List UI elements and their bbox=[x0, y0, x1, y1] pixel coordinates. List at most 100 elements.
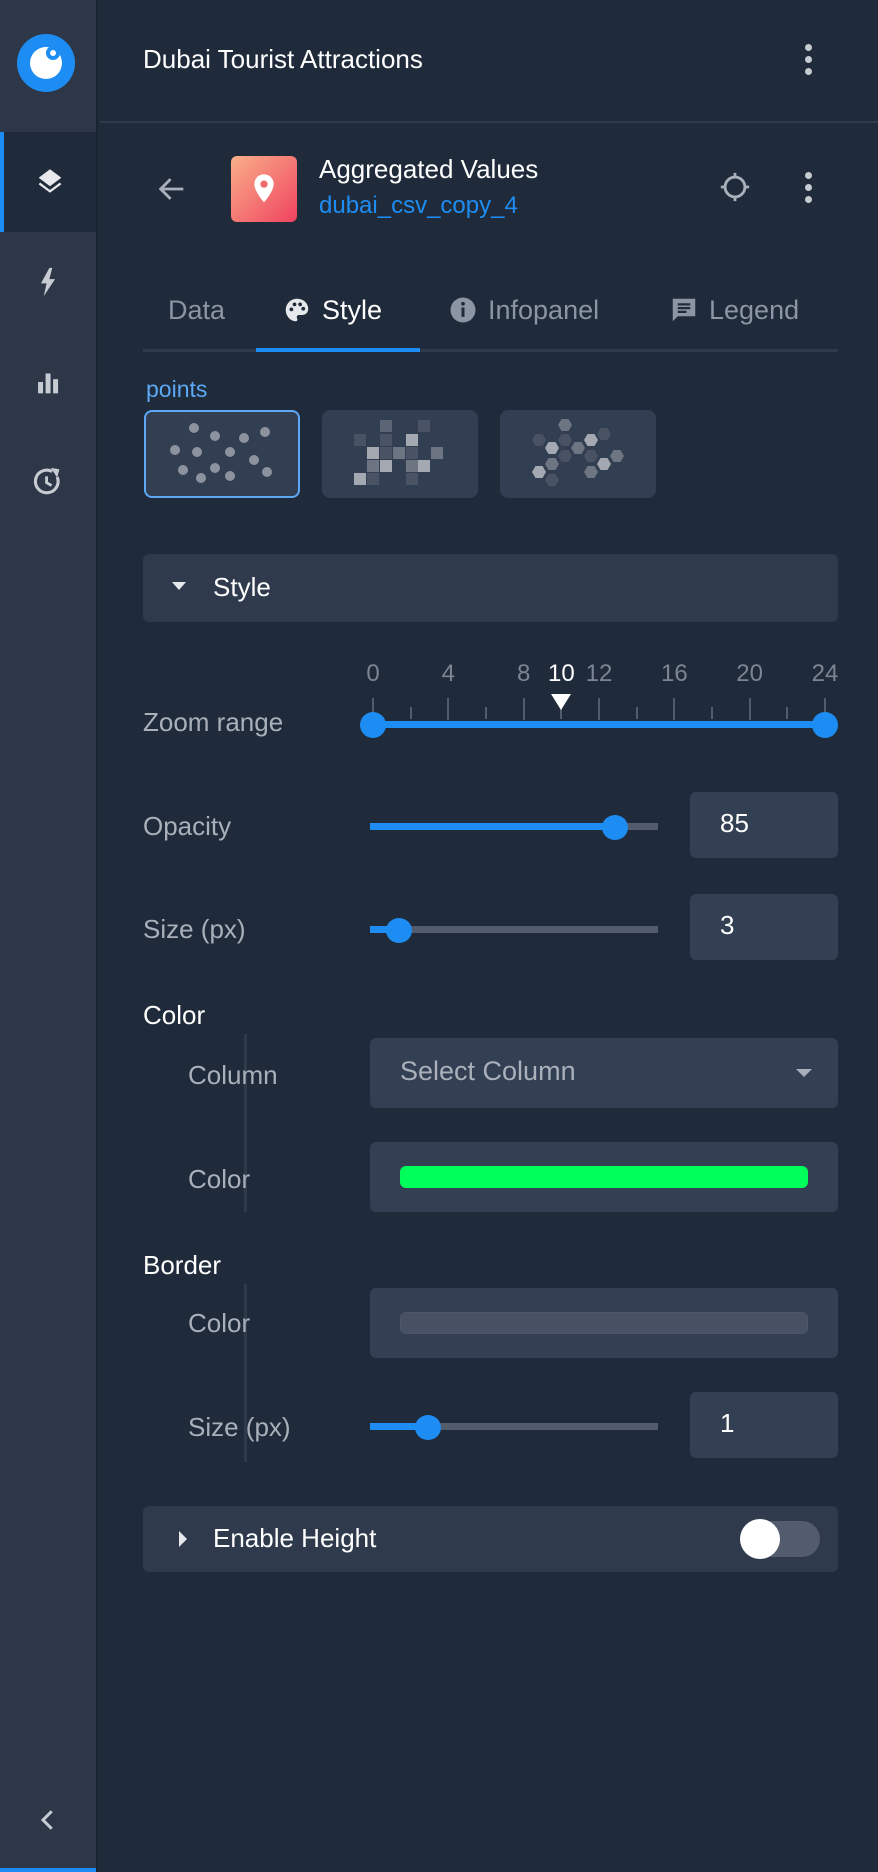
color-column-label: Column bbox=[188, 1060, 278, 1090]
zoom-tick bbox=[447, 698, 450, 720]
layer-panel: Dubai Tourist Attractions Aggregated Val… bbox=[100, 0, 878, 1872]
tab-label: Style bbox=[322, 294, 383, 325]
geometry-option-points[interactable] bbox=[144, 410, 300, 498]
toggle-knob bbox=[740, 1519, 780, 1559]
size-slider[interactable] bbox=[370, 918, 658, 943]
collapse-sidebar-button[interactable] bbox=[0, 1770, 96, 1870]
zoom-tick-label: 8 bbox=[516, 660, 531, 687]
opacity-label: Opacity bbox=[143, 811, 232, 841]
back-arrow-icon[interactable] bbox=[155, 172, 189, 206]
zoom-tick bbox=[485, 707, 487, 719]
zoom-tick-label: 0 bbox=[366, 660, 380, 687]
layer-type-badge bbox=[231, 156, 297, 222]
zoom-range-slider[interactable]: 0 4 8 10 12 16 20 24 bbox=[360, 660, 838, 740]
border-color-label: Color bbox=[188, 1308, 251, 1338]
border-color-picker[interactable] bbox=[370, 1288, 838, 1358]
sidebar-bottom-accent bbox=[0, 1868, 96, 1872]
lightning-icon bbox=[40, 267, 56, 297]
current-zoom-label: 10 bbox=[547, 660, 575, 687]
app-menu-button[interactable] bbox=[796, 39, 820, 79]
geometry-label: points bbox=[146, 376, 208, 402]
hexagons-icon bbox=[532, 419, 624, 486]
opacity-input[interactable]: 85 bbox=[690, 792, 838, 858]
zoom-range-label: Zoom range bbox=[143, 707, 284, 737]
tab-label: Infopanel bbox=[488, 294, 600, 325]
border-group-title: Border bbox=[143, 1250, 222, 1280]
more-vertical-icon bbox=[804, 171, 812, 179]
zoom-range-max-thumb[interactable] bbox=[812, 712, 838, 738]
top-bar: Dubai Tourist Attractions bbox=[100, 0, 878, 123]
section-title: Style bbox=[213, 572, 271, 602]
zoom-tick-label: 24 bbox=[811, 660, 839, 687]
tab-infopanel[interactable]: Infopanel bbox=[448, 280, 599, 340]
tab-data[interactable]: Data bbox=[168, 280, 225, 340]
zoom-tick bbox=[635, 707, 638, 719]
palette-icon bbox=[285, 298, 309, 322]
color-group-title: Color bbox=[143, 1000, 206, 1030]
sidebar-item-analysis[interactable] bbox=[0, 232, 96, 332]
zoom-tick bbox=[409, 707, 412, 719]
opacity-slider-thumb[interactable] bbox=[601, 815, 628, 840]
app-title: Dubai Tourist Attractions bbox=[143, 44, 423, 74]
tab-legend[interactable]: Legend bbox=[669, 280, 799, 340]
zoom-tick bbox=[522, 698, 525, 720]
style-section-header[interactable]: Style bbox=[143, 554, 838, 622]
geometry-option-squares[interactable] bbox=[322, 410, 478, 498]
more-vertical-icon bbox=[804, 43, 812, 51]
size-slider-thumb[interactable] bbox=[385, 918, 412, 943]
fill-color-picker[interactable] bbox=[370, 1142, 838, 1212]
enable-height-toggle[interactable] bbox=[740, 1519, 820, 1559]
color-column-select[interactable]: Select Column bbox=[370, 1038, 838, 1108]
crosshair-icon[interactable] bbox=[718, 170, 752, 204]
zoom-tick-label: 16 bbox=[660, 660, 688, 687]
info-icon bbox=[450, 297, 476, 323]
border-size-slider[interactable] bbox=[370, 1415, 658, 1440]
border-size-slider-thumb[interactable] bbox=[414, 1415, 441, 1440]
layer-name: Aggregated Values bbox=[319, 154, 539, 184]
fill-color-label: Color bbox=[188, 1164, 251, 1194]
layer-header: Aggregated Values dubai_csv_copy_4 bbox=[100, 150, 878, 226]
border-size-label: Size (px) bbox=[188, 1412, 291, 1442]
history-icon bbox=[33, 467, 60, 495]
size-label: Size (px) bbox=[143, 914, 246, 944]
zoom-tick bbox=[711, 707, 713, 719]
section-title: Enable Height bbox=[213, 1523, 377, 1553]
select-value: Select Column bbox=[400, 1056, 576, 1086]
layer-tabs: Data Style Infopanel Legend bbox=[143, 268, 838, 352]
size-input[interactable]: 3 bbox=[690, 894, 838, 960]
comment-icon bbox=[672, 298, 696, 322]
sidebar-item-history[interactable] bbox=[0, 432, 96, 532]
sidebar-item-layers[interactable] bbox=[0, 132, 96, 232]
zoom-range-min-thumb[interactable] bbox=[360, 712, 386, 738]
app-logo[interactable] bbox=[17, 34, 75, 92]
zoom-tick-label: 4 bbox=[441, 660, 456, 687]
tab-label: Legend bbox=[709, 294, 800, 325]
app: Dubai Tourist Attractions Aggregated Val… bbox=[0, 0, 878, 1872]
layer-source-link[interactable]: dubai_csv_copy_4 bbox=[319, 192, 518, 220]
opacity-slider[interactable] bbox=[370, 815, 658, 840]
sidebar-item-widgets[interactable] bbox=[0, 332, 96, 432]
caret-down-icon bbox=[172, 582, 186, 590]
fill-color-swatch bbox=[400, 1166, 808, 1188]
chevron-left-icon bbox=[40, 1810, 53, 1830]
points-icon bbox=[170, 423, 272, 483]
enable-height-section[interactable]: Enable Height bbox=[143, 1506, 838, 1572]
geometry-option-hexagons[interactable] bbox=[500, 410, 656, 498]
border-color-swatch bbox=[400, 1312, 808, 1334]
map-pin-icon bbox=[254, 174, 274, 203]
squares-icon bbox=[354, 420, 443, 485]
active-tab-indicator bbox=[256, 348, 420, 352]
zoom-tick-label: 12 bbox=[585, 660, 613, 687]
bar-chart-icon bbox=[38, 373, 59, 394]
zoom-tick bbox=[673, 698, 676, 720]
border-size-input[interactable]: 1 bbox=[690, 1392, 838, 1458]
zoom-tick bbox=[786, 707, 789, 719]
layers-icon bbox=[38, 169, 62, 193]
caret-right-icon bbox=[179, 1531, 187, 1547]
current-zoom-marker bbox=[551, 694, 572, 710]
layer-menu-button[interactable] bbox=[796, 167, 820, 207]
sidebar bbox=[0, 0, 98, 1872]
zoom-tick bbox=[598, 698, 600, 720]
tab-label: Data bbox=[168, 294, 226, 325]
tab-style[interactable]: Style bbox=[282, 280, 382, 340]
